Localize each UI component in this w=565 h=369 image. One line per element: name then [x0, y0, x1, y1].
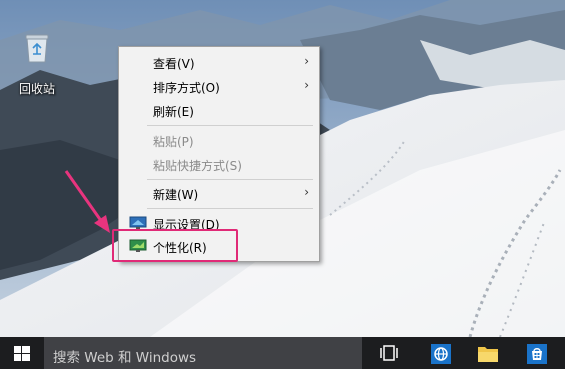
file-explorer-icon — [478, 347, 498, 362]
menu-separator — [147, 125, 313, 126]
search-placeholder: 搜索 Web 和 Windows — [53, 350, 197, 366]
display-settings-icon — [129, 216, 147, 230]
recycle-bin-label: 回收站 — [18, 82, 55, 96]
menu-item-label: 排序方式(O) — [153, 81, 220, 95]
menu-item-view[interactable]: 查看(V) › — [119, 51, 319, 73]
desktop[interactable]: 回收站 查看(V) › 排序方式(O) › 刷新(E) 粘贴(P) 粘贴快捷方式… — [0, 0, 565, 337]
personalize-highlight-box — [112, 229, 238, 262]
chevron-right-icon: › — [304, 185, 309, 199]
task-view-button[interactable] — [372, 337, 406, 369]
annotation-arrow — [64, 170, 110, 233]
menu-item-paste: 粘贴(P) — [119, 129, 319, 151]
menu-item-paste-shortcut: 粘贴快捷方式(S) — [119, 153, 319, 175]
menu-item-label: 刷新(E) — [153, 105, 194, 119]
windows-logo-icon — [14, 346, 30, 361]
start-button[interactable] — [0, 337, 44, 369]
edge-browser-button[interactable] — [424, 337, 458, 369]
menu-item-sort-by[interactable]: 排序方式(O) › — [119, 75, 319, 97]
menu-item-label: 粘贴(P) — [153, 135, 194, 149]
menu-item-refresh[interactable]: 刷新(E) — [119, 99, 319, 121]
store-icon — [527, 344, 547, 364]
recycle-bin[interactable]: 回收站 — [10, 32, 64, 97]
menu-separator — [147, 179, 313, 180]
chevron-right-icon: › — [304, 54, 309, 68]
menu-item-new[interactable]: 新建(W) › — [119, 182, 319, 204]
menu-item-label: 粘贴快捷方式(S) — [153, 159, 242, 173]
menu-separator — [147, 208, 313, 209]
task-view-icon — [380, 345, 398, 361]
recycle-bin-icon — [24, 32, 50, 63]
file-explorer-button[interactable] — [470, 337, 504, 369]
taskbar: 搜索 Web 和 Windows — [0, 337, 565, 369]
menu-item-label: 新建(W) — [153, 188, 199, 202]
search-input[interactable]: 搜索 Web 和 Windows — [44, 337, 362, 369]
menu-item-label: 查看(V) — [153, 57, 195, 71]
edge-browser-icon — [431, 344, 451, 364]
chevron-right-icon: › — [304, 78, 309, 92]
store-button[interactable] — [520, 337, 554, 369]
